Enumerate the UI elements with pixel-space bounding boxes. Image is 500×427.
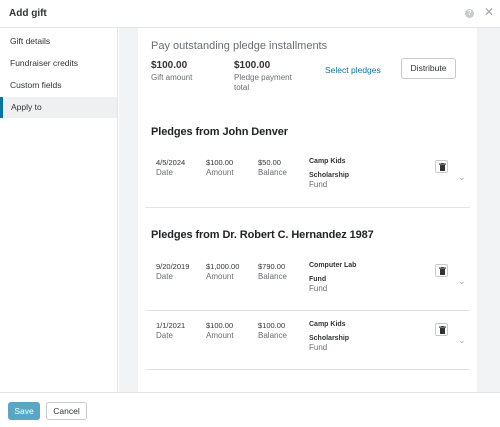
gift-amount-value: $100.00 <box>151 60 188 71</box>
chevron-down-icon[interactable]: ⌄ <box>458 335 466 346</box>
amount-label: Amount <box>206 272 234 281</box>
pledge-date: 1/1/2021 <box>156 321 186 330</box>
balance-label: Balance <box>258 168 287 177</box>
payment-total-label-line-2: total <box>234 83 250 92</box>
pledge-balance: $790.00 <box>258 262 286 271</box>
section-title: Pay outstanding pledge installments <box>151 40 328 52</box>
pledge-group-title: Pledges from Dr. Robert C. Hernandez 198… <box>151 229 374 241</box>
pledge-amount: $100.00 <box>206 321 234 330</box>
pledge-group-title: Pledges from John Denver <box>151 126 288 138</box>
sidebar-item-apply-to[interactable]: Apply to <box>0 97 117 118</box>
delete-pledge-button[interactable] <box>435 264 448 277</box>
pledge-date: 9/20/2019 <box>156 262 190 271</box>
question-circle-icon[interactable]: ? <box>465 9 474 18</box>
distribute-button[interactable]: Distribute <box>401 58 456 79</box>
gift-amount-label: Gift amount <box>151 73 193 82</box>
payment-total-value: $100.00 <box>234 60 271 71</box>
pledge-balance: $50.00 <box>258 158 281 167</box>
trash-icon <box>439 267 446 275</box>
row-divider <box>145 369 470 370</box>
sidebar-item-gift-details[interactable]: Gift details <box>0 31 117 52</box>
fund-label: Fund <box>309 284 328 293</box>
dialog-title: Add gift <box>9 8 47 19</box>
date-label: Date <box>156 168 173 177</box>
balance-label: Balance <box>258 272 287 281</box>
sidebar-item-custom-fields[interactable]: Custom fields <box>0 75 117 96</box>
amount-label: Amount <box>206 168 234 177</box>
dialog-footer: Save Cancel <box>0 392 500 427</box>
sidebar-nav: Gift details Fundraiser credits Custom f… <box>0 28 118 392</box>
chevron-down-icon[interactable]: ⌄ <box>458 276 466 287</box>
row-divider <box>145 310 470 311</box>
sidebar-item-fundraiser-credits[interactable]: Fundraiser credits <box>0 53 117 74</box>
row-divider <box>145 207 470 208</box>
date-label: Date <box>156 272 173 281</box>
balance-label: Balance <box>258 331 287 340</box>
pledge-fund-line-1: Computer Lab <box>309 262 357 269</box>
chevron-down-icon[interactable]: ⌄ <box>458 172 466 183</box>
dialog-header: Add gift ? ✕ <box>0 0 500 28</box>
delete-pledge-button[interactable] <box>435 160 448 173</box>
select-pledges-link[interactable]: Select pledges <box>325 65 381 75</box>
pledge-date: 4/5/2024 <box>156 158 186 167</box>
pledge-fund-line-1: Camp Kids <box>309 321 346 328</box>
pledge-amount: $1,000.00 <box>206 262 240 271</box>
pledge-amount: $100.00 <box>206 158 234 167</box>
pledge-fund-line-1: Camp Kids <box>309 158 346 165</box>
apply-to-panel: Pay outstanding pledge installments $100… <box>138 28 477 392</box>
date-label: Date <box>156 331 173 340</box>
trash-icon <box>439 326 446 334</box>
cancel-button[interactable]: Cancel <box>46 402 87 420</box>
fund-label: Fund <box>309 343 328 352</box>
trash-icon <box>439 163 446 171</box>
delete-pledge-button[interactable] <box>435 323 448 336</box>
payment-total-label: Pledge payment total <box>234 73 292 93</box>
pledge-balance: $100.00 <box>258 321 286 330</box>
payment-total-label-line-1: Pledge payment <box>234 73 292 82</box>
amount-label: Amount <box>206 331 234 340</box>
close-icon[interactable]: ✕ <box>484 6 494 18</box>
save-button[interactable]: Save <box>8 402 40 420</box>
fund-label: Fund <box>309 180 328 189</box>
